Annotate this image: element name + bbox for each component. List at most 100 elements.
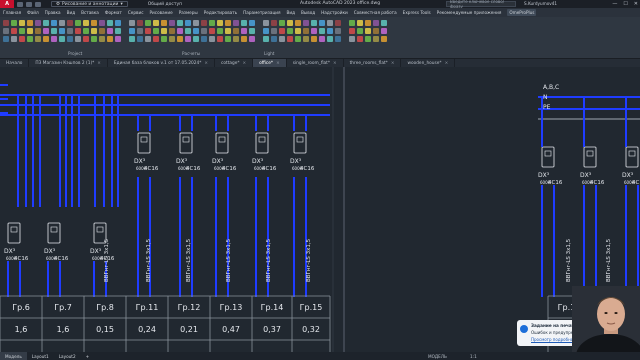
ribbon-tool-icon[interactable]	[153, 20, 159, 26]
ribbon-tool-icon[interactable]	[177, 20, 183, 26]
ribbon-tool-icon[interactable]	[357, 36, 363, 42]
menu-item-3[interactable]: Вид	[67, 10, 76, 15]
ribbon-tool-icon[interactable]	[145, 20, 151, 26]
menu-item-4[interactable]: Вставка	[81, 10, 99, 15]
menu-item-6[interactable]: Сервис	[128, 10, 144, 15]
ribbon-tool-icon[interactable]	[115, 20, 121, 26]
ribbon-tool-icon[interactable]	[91, 28, 97, 34]
ribbon-tool-icon[interactable]	[225, 20, 231, 26]
close-tab-icon[interactable]: ×	[97, 61, 101, 66]
ribbon-tool-icon[interactable]	[319, 28, 325, 34]
ribbon-tool-icon[interactable]	[91, 20, 97, 26]
ribbon-tool-icon[interactable]	[365, 28, 371, 34]
ribbon-tool-icon[interactable]	[279, 28, 285, 34]
ribbon-tool-icon[interactable]	[311, 20, 317, 26]
ribbon-tool-icon[interactable]	[193, 20, 199, 26]
ribbon-tool-icon[interactable]	[99, 36, 105, 42]
ribbon-tool-icon[interactable]	[91, 36, 97, 42]
ribbon-tool-icon[interactable]	[11, 36, 17, 42]
menu-item-13[interactable]: Надстройки	[321, 10, 348, 15]
ribbon-tool-icon[interactable]	[319, 36, 325, 42]
ribbon-tool-icon[interactable]	[217, 28, 223, 34]
ribbon-tool-icon[interactable]	[83, 28, 89, 34]
save-icon[interactable]	[26, 1, 32, 7]
ribbon-tool-icon[interactable]	[295, 28, 301, 34]
menu-item-17[interactable]: OmeProPlus	[507, 9, 537, 16]
ribbon-tool-icon[interactable]	[271, 28, 277, 34]
user-account[interactable]: S.Kurdyumov41	[524, 1, 557, 6]
ribbon-tool-icon[interactable]	[129, 20, 135, 26]
ribbon-tool-icon[interactable]	[129, 28, 135, 34]
ribbon-tool-icon[interactable]	[75, 28, 81, 34]
ribbon-tool-icon[interactable]	[107, 36, 113, 42]
ribbon-tool-icon[interactable]	[271, 36, 277, 42]
document-tab-2[interactable]: Единая база блоков v.1 от 17.05.2024* ×	[108, 59, 216, 67]
ribbon-tool-icon[interactable]	[3, 36, 9, 42]
document-tab-0[interactable]: Начало	[0, 59, 30, 67]
ribbon-tool-icon[interactable]	[287, 28, 293, 34]
ribbon-tool-icon[interactable]	[67, 28, 73, 34]
drawing-canvas[interactable]: A,B,C N PE DX³ 6000 4C16 DX³ 6000 4C16 DX³ 6000 4C1…	[0, 67, 640, 352]
ribbon-tool-icon[interactable]	[217, 20, 223, 26]
close-tab-icon[interactable]: ×	[204, 61, 208, 66]
autocad-logo[interactable]: A	[0, 0, 14, 8]
document-tab-5[interactable]: single_room_flat* ×	[287, 59, 344, 67]
ribbon-tool-icon[interactable]	[19, 20, 25, 26]
model-space-toggle[interactable]: МОДЕЛЬ	[428, 352, 447, 360]
menu-item-5[interactable]: Формат	[105, 10, 122, 15]
ribbon-tool-icon[interactable]	[145, 28, 151, 34]
ribbon-tool-icon[interactable]	[19, 28, 25, 34]
ribbon-tool-icon[interactable]	[335, 36, 341, 42]
ribbon-tool-icon[interactable]	[271, 20, 277, 26]
ribbon-tool-icon[interactable]	[303, 20, 309, 26]
ribbon-tool-icon[interactable]	[373, 20, 379, 26]
ribbon-tool-icon[interactable]	[35, 20, 41, 26]
ribbon-tool-icon[interactable]	[193, 36, 199, 42]
ribbon-tool-icon[interactable]	[35, 36, 41, 42]
menu-item-16[interactable]: Рекомендуемые приложения	[437, 10, 502, 15]
ribbon-tool-icon[interactable]	[145, 36, 151, 42]
ribbon-tool-icon[interactable]	[279, 20, 285, 26]
ribbon-tool-icon[interactable]	[357, 20, 363, 26]
ribbon-tool-icon[interactable]	[27, 36, 33, 42]
tab-model[interactable]: Модель	[0, 352, 27, 360]
ribbon-tool-icon[interactable]	[169, 28, 175, 34]
ribbon-tool-icon[interactable]	[19, 36, 25, 42]
ribbon-tool-icon[interactable]	[249, 36, 255, 42]
close-tab-icon[interactable]: ×	[391, 61, 395, 66]
ribbon-tool-icon[interactable]	[349, 36, 355, 42]
scale-readout[interactable]: 1:1	[470, 352, 477, 360]
ribbon-tool-icon[interactable]	[217, 36, 223, 42]
document-tab-1[interactable]: ПЗ Магазин Кэшпов 2 (1)* ×	[29, 59, 108, 67]
ribbon-tool-icon[interactable]	[381, 28, 387, 34]
ribbon-tool-icon[interactable]	[51, 28, 57, 34]
ribbon-tool-icon[interactable]	[177, 28, 183, 34]
ribbon-tool-icon[interactable]	[209, 28, 215, 34]
ribbon-tool-icon[interactable]	[287, 20, 293, 26]
document-tab-4[interactable]: office* ×	[253, 59, 287, 67]
ribbon-tool-icon[interactable]	[319, 20, 325, 26]
tab-layout2[interactable]: Layout2	[54, 352, 81, 360]
close-tab-icon[interactable]: ×	[333, 61, 337, 66]
ribbon-tool-icon[interactable]	[51, 36, 57, 42]
ribbon-tool-icon[interactable]	[115, 36, 121, 42]
ribbon-tool-icon[interactable]	[349, 20, 355, 26]
ribbon-tool-icon[interactable]	[137, 36, 143, 42]
close-tab-icon[interactable]: ×	[276, 61, 280, 66]
ribbon-tool-icon[interactable]	[303, 28, 309, 34]
document-tab-3[interactable]: cottage* ×	[215, 59, 254, 67]
document-tab-6[interactable]: three_rooms_flat* ×	[344, 59, 402, 67]
ribbon-tool-icon[interactable]	[83, 20, 89, 26]
ribbon-tool-icon[interactable]	[263, 20, 269, 26]
ribbon-tool-icon[interactable]	[11, 28, 17, 34]
ribbon-tool-icon[interactable]	[83, 36, 89, 42]
ribbon-tool-icon[interactable]	[287, 36, 293, 42]
menu-item-9[interactable]: Редактировать	[204, 10, 237, 15]
menu-item-0[interactable]: Главная	[3, 10, 21, 15]
ribbon-tool-icon[interactable]	[233, 20, 239, 26]
ribbon-tool-icon[interactable]	[233, 36, 239, 42]
ribbon-tool-icon[interactable]	[373, 36, 379, 42]
ribbon-tool-icon[interactable]	[327, 28, 333, 34]
ribbon-tool-icon[interactable]	[263, 28, 269, 34]
maximize-button[interactable]: ☐	[623, 1, 627, 7]
